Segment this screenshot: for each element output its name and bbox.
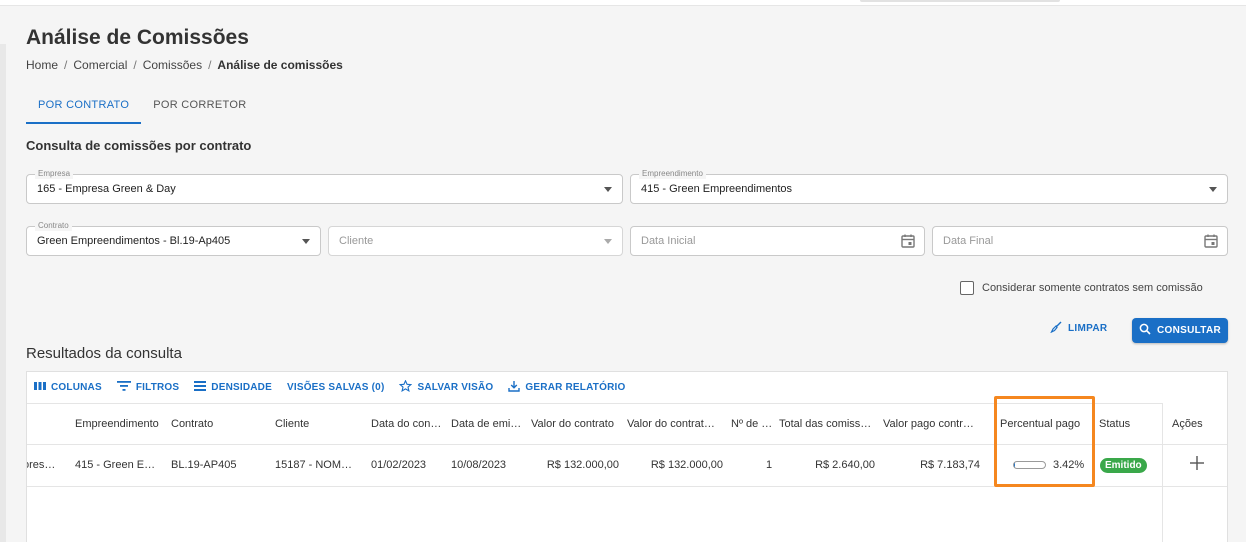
empreendimento-label: Empreendimento (639, 169, 706, 179)
breadcrumb-current: Análise de comissões (217, 58, 343, 72)
breadcrumb-comercial[interactable]: Comercial (73, 58, 127, 72)
contrato-value: Green Empreendimentos - Bl.19-Ap405 (37, 235, 231, 247)
columns-icon (34, 381, 46, 394)
gerar-relatorio-button[interactable]: GERAR RELATÓRIO (508, 380, 625, 395)
download-icon (508, 380, 521, 395)
cell-cliente: 15187 - NOM… (275, 459, 353, 471)
salvar-visao-button[interactable]: SALVAR VISÃO (399, 379, 494, 395)
data-final-input[interactable]: Data Final (932, 226, 1228, 256)
cell-valor-pago: R$ 7.183,74 (920, 459, 980, 471)
data-inicial-placeholder: Data Inicial (641, 235, 696, 247)
filtros-label: FILTROS (135, 382, 180, 393)
filtros-button[interactable]: FILTROS (116, 381, 180, 394)
col-header-valor-contrato-2[interactable]: Valor do contrat… (627, 404, 723, 444)
densidade-button[interactable]: DENSIDADE (194, 381, 272, 394)
cell-valor-contrato-2: R$ 132.000,00 (650, 459, 723, 471)
highlight-box (994, 396, 1095, 487)
densidade-label: DENSIDADE (211, 382, 272, 393)
col-header-numero[interactable]: Nº de … (731, 404, 775, 444)
sem-comissao-option: Considerar somente contratos sem comissã… (960, 281, 1203, 295)
col-header-total-comissoes[interactable]: Total das comiss… (779, 404, 879, 444)
empresa-select[interactable]: Empresa 165 - Empresa Green & Day (26, 169, 623, 204)
gerar-relatorio-label: GERAR RELATÓRIO (525, 382, 626, 393)
col-header-valor-pago[interactable]: Valor pago contr… (883, 404, 983, 444)
filter-icon (116, 381, 131, 394)
breadcrumb-separator: / (133, 58, 137, 72)
cliente-select[interactable]: Cliente (328, 226, 623, 256)
limpar-button[interactable]: LIMPAR (1050, 321, 1107, 336)
empreendimento-select[interactable]: Empreendimento 415 - Green Empreendiment… (630, 169, 1228, 204)
breadcrumb-home[interactable]: Home (26, 58, 58, 72)
col-header-data-contrato[interactable]: Data do con… (371, 404, 445, 444)
form-title: Consulta de comissões por contrato (26, 138, 252, 153)
results-title: Resultados da consulta (26, 345, 182, 362)
col-header-cliente[interactable]: Cliente (275, 404, 365, 444)
col-header-contrato[interactable]: Contrato (171, 404, 261, 444)
search-icon (1139, 323, 1151, 338)
actions-column: Ações (1162, 403, 1227, 542)
plus-icon (1189, 455, 1205, 476)
row-actions-plus-button[interactable] (1163, 445, 1227, 487)
cell-data-emissao: 10/08/2023 (451, 459, 507, 471)
cell-status: Emitido (1100, 445, 1160, 485)
salvar-visao-label: SALVAR VISÃO (417, 382, 494, 393)
empreendimento-value: 415 - Green Empreendimentos (641, 183, 793, 195)
grid-toolbar: COLUNAS FILTROS DENSIDADE VISÕES SALVAS … (27, 372, 625, 403)
empresa-label: Empresa (35, 169, 74, 179)
cell-empresa: ores… (26, 459, 56, 471)
sem-comissao-label[interactable]: Considerar somente contratos sem comissã… (982, 282, 1203, 294)
chevron-down-icon (604, 187, 612, 192)
star-icon (399, 379, 413, 395)
col-header-acoes: Ações (1163, 403, 1227, 445)
density-icon (194, 381, 207, 394)
top-app-bar (0, 0, 1246, 6)
data-inicial-input[interactable]: Data Inicial (630, 226, 925, 256)
consultar-button[interactable]: CONSULTAR (1132, 318, 1228, 343)
colunas-button[interactable]: COLUNAS (34, 381, 102, 394)
broom-icon (1050, 321, 1062, 336)
breadcrumb: Home / Comercial / Comissões / Análise d… (26, 58, 343, 72)
data-final-placeholder: Data Final (943, 235, 994, 247)
tab-por-corretor[interactable]: POR CORRETOR (141, 88, 258, 124)
chevron-down-icon (1209, 187, 1217, 192)
consultar-label: CONSULTAR (1157, 325, 1221, 336)
visoes-label: VISÕES SALVAS (0) (286, 382, 385, 393)
cell-data-contrato: 01/02/2023 (371, 459, 427, 471)
calendar-icon[interactable] (900, 233, 916, 254)
sem-comissao-checkbox[interactable] (960, 281, 974, 295)
contrato-label: Contrato (35, 221, 72, 231)
left-sidebar-edge (0, 44, 6, 542)
calendar-icon[interactable] (1203, 233, 1219, 254)
cell-total-comissoes: R$ 2.640,00 (815, 459, 875, 471)
tabs: POR CONTRATO POR CORRETOR (26, 88, 258, 124)
col-header-data-emissao[interactable]: Data de emi… (451, 404, 525, 444)
tab-por-contrato[interactable]: POR CONTRATO (26, 88, 142, 124)
limpar-label: LIMPAR (1068, 323, 1108, 334)
breadcrumb-separator: / (64, 58, 68, 72)
chevron-down-icon (302, 239, 310, 244)
cell-valor-contrato: R$ 132.000,00 (546, 459, 619, 471)
cell-contrato: BL.19-AP405 (171, 459, 237, 471)
cliente-placeholder: Cliente (339, 235, 374, 247)
page-title: Análise de Comissões (26, 26, 249, 49)
col-header-empreendimento[interactable]: Empreendimento (75, 404, 167, 444)
breadcrumb-separator: / (208, 58, 212, 72)
status-badge: Emitido (1100, 457, 1147, 473)
col-header-status[interactable]: Status (1099, 404, 1159, 444)
colunas-label: COLUNAS (51, 382, 102, 393)
contrato-select[interactable]: Contrato Green Empreendimentos - Bl.19-A… (26, 221, 321, 256)
breadcrumb-comissoes[interactable]: Comissões (143, 58, 202, 72)
visoes-salvas-button[interactable]: VISÕES SALVAS (0) (287, 382, 385, 393)
empresa-value: 165 - Empresa Green & Day (37, 183, 176, 195)
top-bar-pill (860, 0, 1060, 2)
cell-empreendimento: 415 - Green E… (75, 459, 156, 471)
col-header-valor-contrato[interactable]: Valor do contrato (531, 404, 625, 444)
chevron-down-icon (604, 239, 612, 244)
